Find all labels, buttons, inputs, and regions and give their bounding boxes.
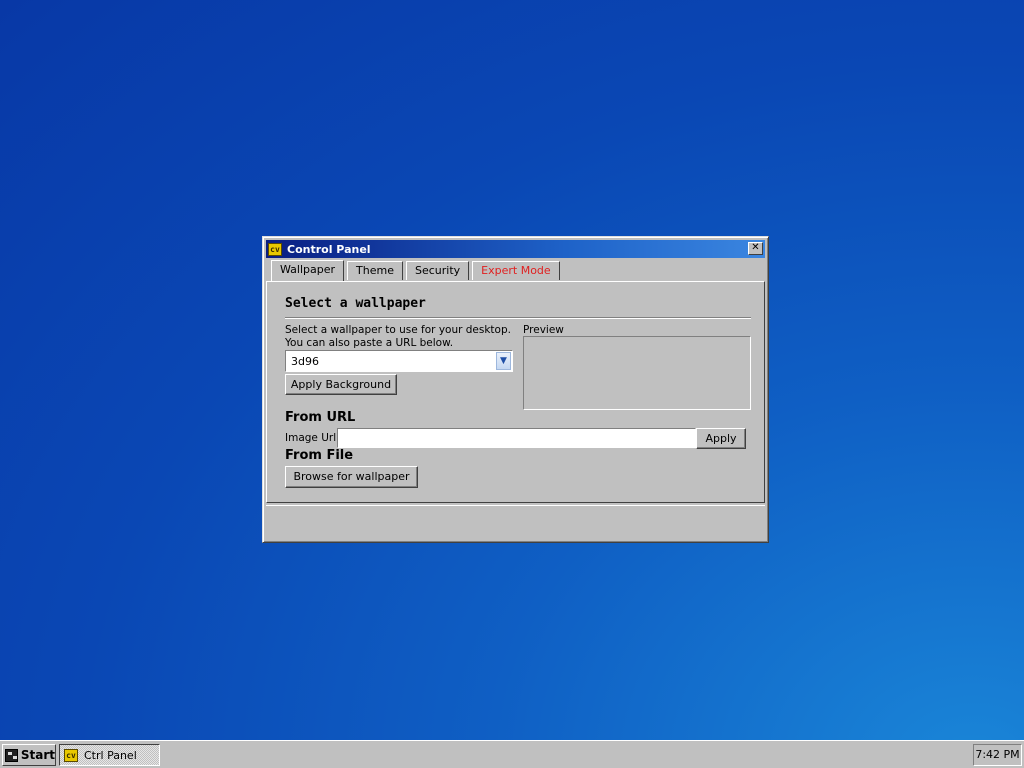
window-footer [266, 505, 765, 539]
wallpaper-panel: Select a wallpaper Select a wallpaper to… [266, 281, 765, 503]
taskbar-item-label: Ctrl Panel [84, 748, 137, 762]
wallpaper-preview [523, 336, 751, 410]
from-url-heading: From URL [285, 410, 356, 425]
tab-security[interactable]: Security [405, 261, 470, 280]
start-button[interactable]: Start [2, 744, 56, 766]
browse-wallpaper-button[interactable]: Browse for wallpaper [285, 466, 418, 488]
preview-label: Preview [523, 324, 564, 336]
from-file-heading: From File [285, 448, 354, 463]
wallpaper-select[interactable]: 3d96 ▼ [285, 350, 513, 372]
apply-background-button[interactable]: Apply Background [285, 374, 397, 395]
title-bar[interactable]: cv Control Panel ✕ [266, 240, 765, 258]
start-label: Start [20, 748, 55, 762]
control-panel-icon: cv [268, 242, 282, 256]
tab-bar: Wallpaper Theme Security Expert Mode [271, 260, 563, 281]
control-panel-window: cv Control Panel ✕ Wallpaper Theme Secur… [262, 236, 769, 543]
chevron-down-icon[interactable]: ▼ [496, 352, 511, 370]
tab-expert-mode[interactable]: Expert Mode [472, 261, 560, 280]
start-logo-icon [5, 748, 18, 762]
control-panel-icon: cv [64, 748, 78, 762]
image-url-label: Image Url: [285, 432, 340, 444]
apply-url-button[interactable]: Apply [696, 428, 746, 449]
image-url-input[interactable] [337, 428, 696, 448]
wallpaper-select-value: 3d96 [291, 355, 319, 368]
window-title: Control Panel [287, 242, 371, 256]
wallpaper-description-line2: You can also paste a URL below. [285, 337, 454, 349]
taskbar: Start cv Ctrl Panel 7:42 PM [0, 740, 1024, 768]
heading-divider [285, 317, 751, 319]
close-button[interactable]: ✕ [748, 242, 763, 255]
clock: 7:42 PM [973, 744, 1022, 766]
panel-heading: Select a wallpaper [285, 296, 426, 311]
tab-wallpaper[interactable]: Wallpaper [271, 260, 345, 281]
taskbar-item-ctrl-panel[interactable]: cv Ctrl Panel [59, 744, 160, 766]
tab-theme[interactable]: Theme [347, 261, 403, 280]
close-icon: ✕ [751, 242, 760, 253]
wallpaper-description-line1: Select a wallpaper to use for your deskt… [285, 324, 511, 336]
